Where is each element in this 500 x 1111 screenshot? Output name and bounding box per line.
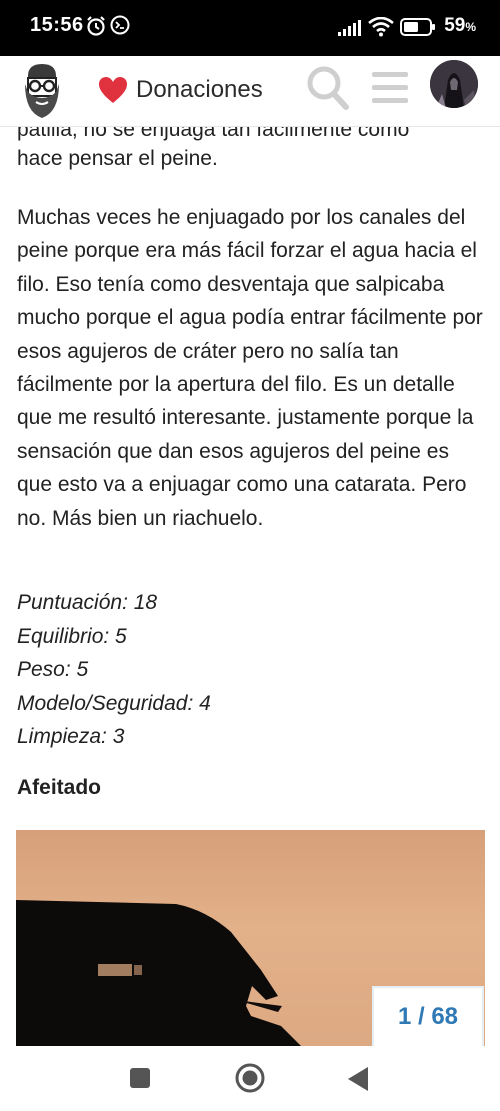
gallery-counter: 1 / 68 (372, 986, 484, 1046)
home-icon[interactable] (234, 1062, 266, 1094)
heart-icon (99, 77, 127, 103)
article-paragraph: Muchas veces he enjuagado por los canale… (17, 206, 483, 530)
system-nav-bar (0, 1046, 500, 1111)
back-icon[interactable] (346, 1066, 370, 1092)
terminal-icon (110, 15, 130, 35)
score-item: Limpieza: 3 (17, 725, 125, 749)
score-item: Peso: 5 (17, 658, 89, 682)
avatar[interactable] (430, 60, 478, 108)
score-item: Puntuación: 18 (17, 591, 158, 614)
article-paragraph-end: hace pensar el peine. (17, 147, 218, 170)
wifi-icon (368, 17, 394, 37)
score-item: Modelo/Seguridad: 4 (17, 691, 211, 715)
bearded-man-logo[interactable] (20, 62, 64, 120)
score-list: Puntuación: 18 Equilibrio: 5 Peso: 5 Mod… (17, 586, 211, 754)
article-content: patilla, no se enjuaga tan fácilmente co… (0, 126, 500, 1046)
section-title: Afeitado (17, 776, 101, 799)
recent-apps-icon[interactable] (128, 1066, 152, 1090)
status-bar: 15:56 59% (0, 0, 500, 56)
battery-percent: 59% (444, 15, 476, 36)
alarm-icon (87, 16, 105, 36)
status-time: 15:56 (30, 14, 84, 36)
battery-icon (400, 18, 435, 36)
donate-link[interactable]: Donaciones (98, 70, 263, 110)
search-icon[interactable] (304, 62, 352, 114)
signal-icon (338, 20, 361, 36)
score-item: Equilibrio: 5 (17, 624, 127, 648)
app-header: Donaciones (0, 56, 500, 127)
donate-label: Donaciones (136, 76, 263, 103)
hamburger-menu-icon[interactable] (368, 66, 412, 110)
